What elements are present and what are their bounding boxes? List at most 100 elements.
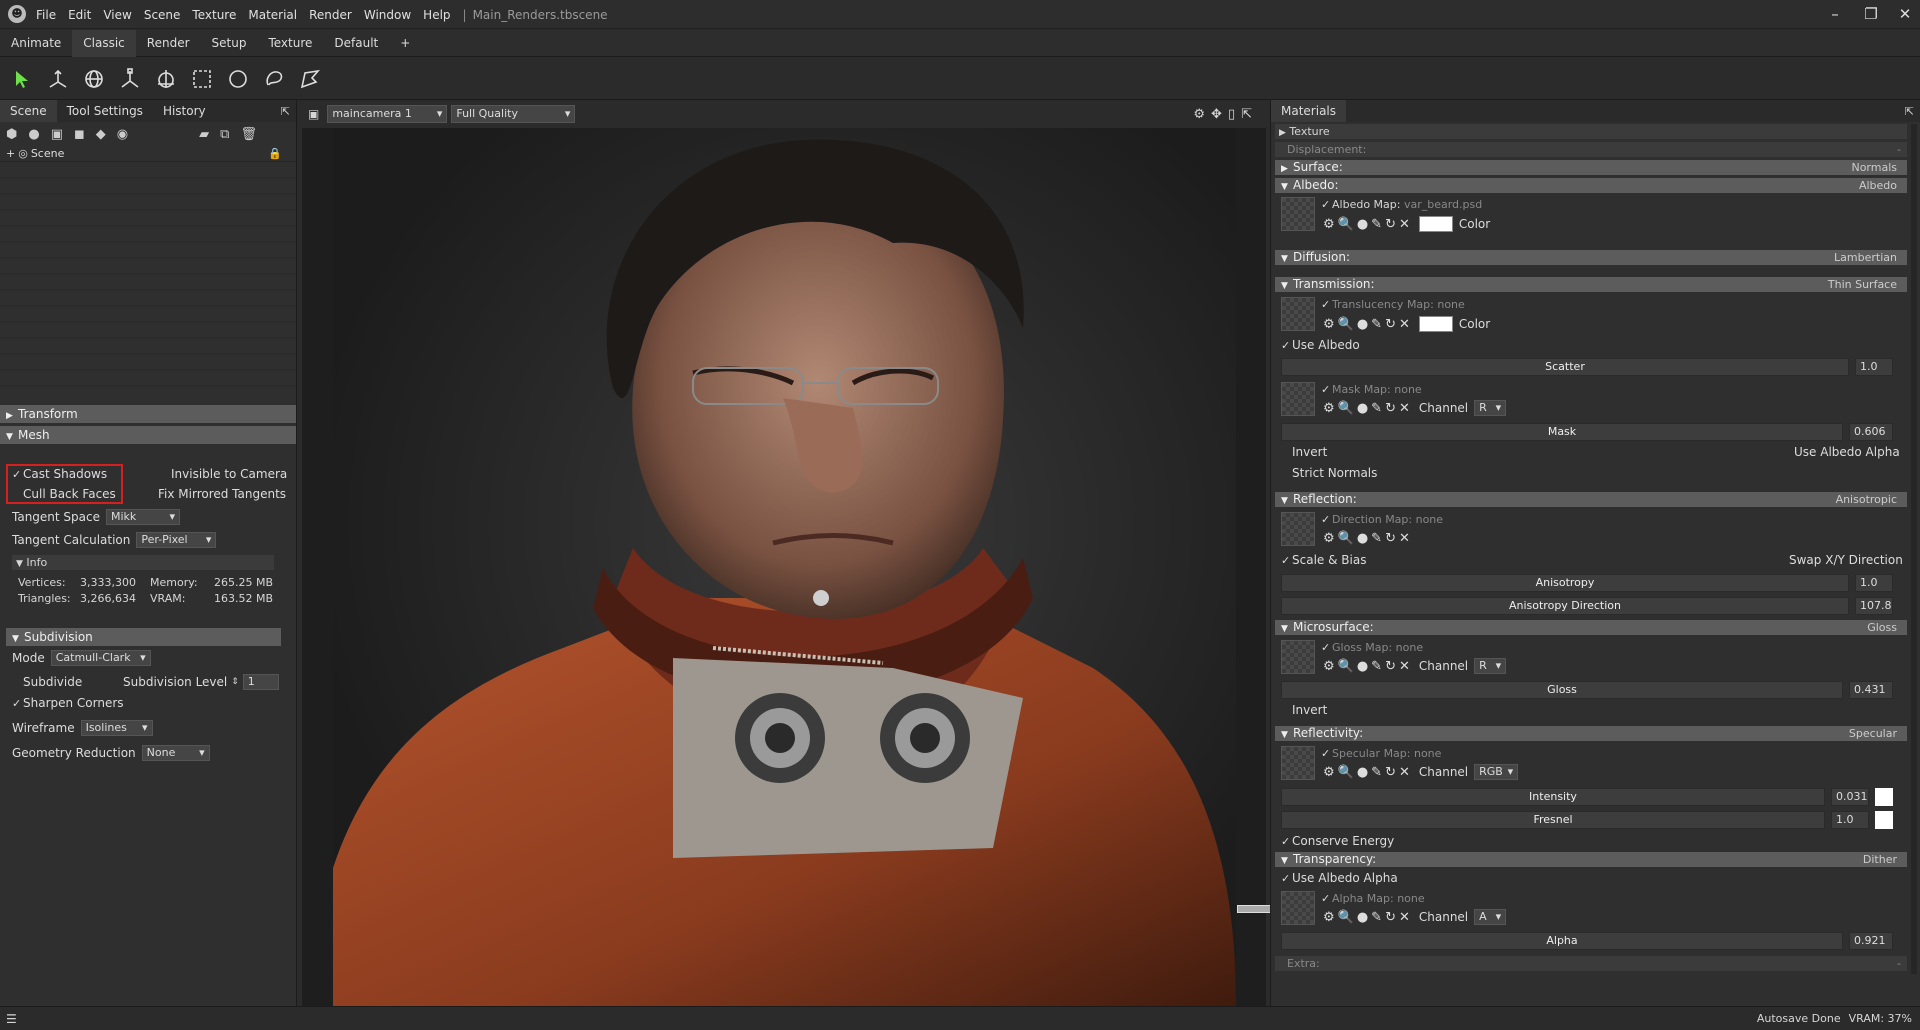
alpha-slider[interactable]: Alpha	[1281, 932, 1843, 950]
add-shadow-catcher-icon[interactable]: ◆	[96, 127, 106, 142]
swap-xy-checkbox[interactable]: Swap X/Y Direction	[1778, 553, 1903, 567]
camera-icon[interactable]: ▣	[308, 107, 319, 121]
anisotropy-direction-value[interactable]: 107.8	[1855, 597, 1893, 615]
translucency-color-swatch[interactable]	[1418, 316, 1453, 332]
undock-icon[interactable]: ⇱	[1241, 107, 1258, 122]
mask-slider[interactable]: Mask	[1281, 423, 1843, 441]
menu-window[interactable]: Window	[364, 8, 411, 22]
tangent-space-dropdown[interactable]: Mikk ▾	[106, 509, 180, 525]
section-reflectivity[interactable]: ▼ Reflectivity: Specular	[1275, 726, 1907, 741]
menu-file[interactable]: File	[36, 8, 56, 22]
duplicate-icon[interactable]: ⧉	[220, 127, 229, 142]
wireframe-dropdown[interactable]: Isolines ▾	[80, 720, 153, 736]
transform-all-icon[interactable]	[152, 65, 180, 93]
add-layout-button[interactable]: +	[389, 30, 421, 57]
section-reflection[interactable]: ▼ Reflection: Anisotropic	[1275, 492, 1907, 507]
section-surface[interactable]: ▶ Surface: Normals	[1275, 160, 1907, 175]
gloss-invert-checkbox[interactable]: Invert	[1281, 703, 1327, 717]
materials-scrollbar[interactable]	[1911, 124, 1917, 974]
tab-texture[interactable]: Texture	[257, 30, 323, 57]
tab-classic[interactable]: Classic	[72, 29, 136, 57]
use-albedo-alpha-checkbox-2[interactable]: ✓ Use Albedo Alpha	[1281, 871, 1398, 885]
anisotropy-slider[interactable]: Anisotropy	[1281, 574, 1849, 592]
strict-normals-checkbox[interactable]: Strict Normals	[1281, 466, 1377, 480]
menu-edit[interactable]: Edit	[68, 8, 91, 22]
add-camera-icon[interactable]: ▣	[51, 127, 63, 142]
intensity-color-swatch[interactable]	[1875, 788, 1893, 806]
menu-lines-icon[interactable]: ☰	[6, 1012, 17, 1026]
anisotropy-value[interactable]: 1.0	[1855, 574, 1893, 592]
tab-render[interactable]: Render	[136, 30, 201, 57]
invert-checkbox[interactable]: Invert	[1281, 445, 1327, 459]
alpha-channel-dropdown[interactable]: A ▾	[1474, 909, 1507, 925]
extra-row[interactable]: Extra: -	[1275, 956, 1907, 971]
mask-channel-dropdown[interactable]: R ▾	[1474, 400, 1507, 416]
displacement-row[interactable]: Displacement: -	[1275, 142, 1907, 157]
texture-row[interactable]: ▶ Texture	[1275, 124, 1907, 139]
tangent-calculation-dropdown[interactable]: Per-Pixel ▾	[136, 532, 217, 548]
alpha-value[interactable]: 0.921	[1849, 932, 1893, 950]
mask-map-thumbnail[interactable]	[1281, 382, 1315, 416]
fresnel-slider[interactable]: Fresnel	[1281, 811, 1825, 829]
close-icon[interactable]: ✕	[1894, 4, 1916, 24]
move-view-icon[interactable]: ✥	[1211, 107, 1228, 122]
section-mesh[interactable]: ▼ Mesh	[0, 426, 296, 444]
rect-select-icon[interactable]	[188, 65, 216, 93]
undock-icon[interactable]: ⇱	[1905, 105, 1914, 118]
subdivision-mode-dropdown[interactable]: Catmull-Clark ▾	[50, 650, 151, 666]
albedo-color-swatch[interactable]	[1418, 216, 1453, 232]
mask-value[interactable]: 0.606	[1849, 423, 1893, 441]
specular-channel-dropdown[interactable]: RGB ▾	[1474, 764, 1519, 780]
alpha-map-thumbnail[interactable]	[1281, 891, 1315, 925]
section-transmission[interactable]: ▼ Transmission: Thin Surface	[1275, 277, 1907, 292]
gloss-value[interactable]: 0.431	[1849, 681, 1893, 699]
rotate-gizmo-icon[interactable]	[80, 65, 108, 93]
map-tools-icon[interactable]: ⚙🔍●✎↻✕	[1323, 217, 1413, 232]
camera-dropdown[interactable]: maincamera 1 ▾	[327, 105, 448, 123]
menu-help[interactable]: Help	[423, 8, 450, 22]
menu-render[interactable]: Render	[309, 8, 352, 22]
map-tools-icon[interactable]: ⚙🔍●✎↻✕	[1323, 765, 1413, 780]
use-albedo-alpha-checkbox[interactable]: Use Albedo Alpha	[1783, 445, 1900, 459]
tab-history[interactable]: History	[153, 100, 216, 122]
section-microsurface[interactable]: ▼ Microsurface: Gloss	[1275, 620, 1907, 635]
translucency-map-thumbnail[interactable]	[1281, 297, 1315, 331]
undock-icon[interactable]: ⇱	[281, 105, 290, 118]
scatter-slider[interactable]: Scatter	[1281, 358, 1849, 376]
lock-icon[interactable]: 🔒	[268, 147, 282, 160]
map-tools-icon[interactable]: ⚙🔍●✎↻✕	[1323, 317, 1413, 332]
lasso-select-icon[interactable]	[260, 65, 288, 93]
section-transparency[interactable]: ▼ Transparency: Dither	[1275, 852, 1907, 867]
frame-icon[interactable]: ▯	[1228, 107, 1241, 122]
anisotropy-direction-slider[interactable]: Anisotropy Direction	[1281, 597, 1849, 615]
quality-dropdown[interactable]: Full Quality ▾	[451, 105, 576, 123]
move-gizmo-icon[interactable]	[44, 65, 72, 93]
select-arrow-icon[interactable]	[8, 65, 36, 93]
circle-select-icon[interactable]	[224, 65, 252, 93]
subdivide-checkbox[interactable]: Subdivide	[12, 675, 82, 689]
conserve-energy-checkbox[interactable]: ✓ Conserve Energy	[1281, 834, 1394, 848]
specular-map-thumbnail[interactable]	[1281, 746, 1315, 780]
section-subdivision[interactable]: ▼ Subdivision	[6, 628, 281, 646]
invisible-to-camera-checkbox[interactable]: Invisible to Camera	[160, 467, 287, 481]
menu-material[interactable]: Material	[248, 8, 297, 22]
gear-icon[interactable]: ⚙	[1193, 107, 1211, 122]
gloss-slider[interactable]: Gloss	[1281, 681, 1843, 699]
add-sky-icon[interactable]: ◉	[117, 127, 128, 142]
menu-scene[interactable]: Scene	[144, 8, 181, 22]
tab-tool-settings[interactable]: Tool Settings	[57, 100, 153, 122]
minimize-icon[interactable]: –	[1824, 4, 1846, 24]
maximize-icon[interactable]: ❐	[1860, 4, 1882, 24]
add-group-icon[interactable]: ◼	[74, 127, 85, 142]
use-albedo-checkbox[interactable]: ✓ Use Albedo	[1281, 338, 1360, 352]
gloss-map-thumbnail[interactable]	[1281, 640, 1315, 674]
expand-icon[interactable]: +	[6, 147, 15, 160]
map-tools-icon[interactable]: ⚙🔍●✎↻✕	[1323, 910, 1413, 925]
section-transform[interactable]: ▶ Transform	[0, 405, 296, 423]
menu-texture[interactable]: Texture	[192, 8, 236, 22]
section-albedo[interactable]: ▼ Albedo: Albedo	[1275, 178, 1907, 193]
map-tools-icon[interactable]: ⚙🔍●✎↻✕	[1323, 401, 1413, 416]
add-mesh-icon[interactable]: ⬢	[6, 127, 17, 142]
render-view[interactable]	[333, 128, 1236, 1006]
scene-tree-root[interactable]: + ◎ Scene 🔒	[0, 146, 296, 162]
